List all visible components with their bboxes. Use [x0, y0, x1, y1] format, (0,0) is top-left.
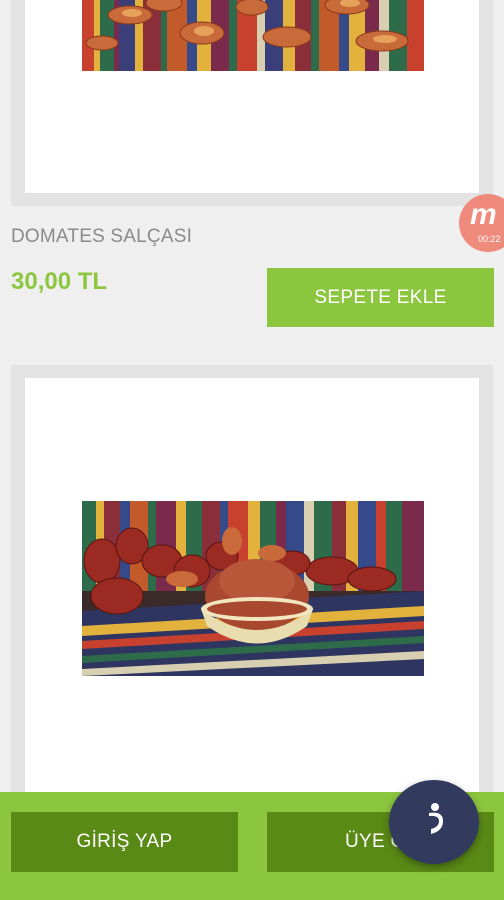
product-image-pepper-paste[interactable] — [82, 501, 424, 676]
add-to-cart-button[interactable]: SEPETE EKLE — [267, 268, 494, 327]
product-image-dried-tomatoes[interactable] — [82, 0, 424, 71]
recorder-timer: 00:22 — [478, 234, 501, 244]
chat-assistant-button[interactable] — [389, 780, 479, 864]
login-button[interactable]: GİRİŞ YAP — [11, 812, 238, 872]
recorder-badge[interactable]: m 00:22 — [459, 194, 504, 252]
chat-assistant-icon — [419, 801, 449, 844]
product-card-top[interactable] — [11, 0, 493, 206]
product-name[interactable]: DOMATES SALÇASI — [11, 226, 192, 248]
product-price: 30,00 TL — [11, 268, 108, 295]
product-card-image-area[interactable] — [25, 0, 479, 193]
product-card-image-area[interactable] — [25, 378, 479, 792]
product-card[interactable] — [11, 365, 493, 805]
recorder-logo-icon: m — [470, 198, 497, 231]
